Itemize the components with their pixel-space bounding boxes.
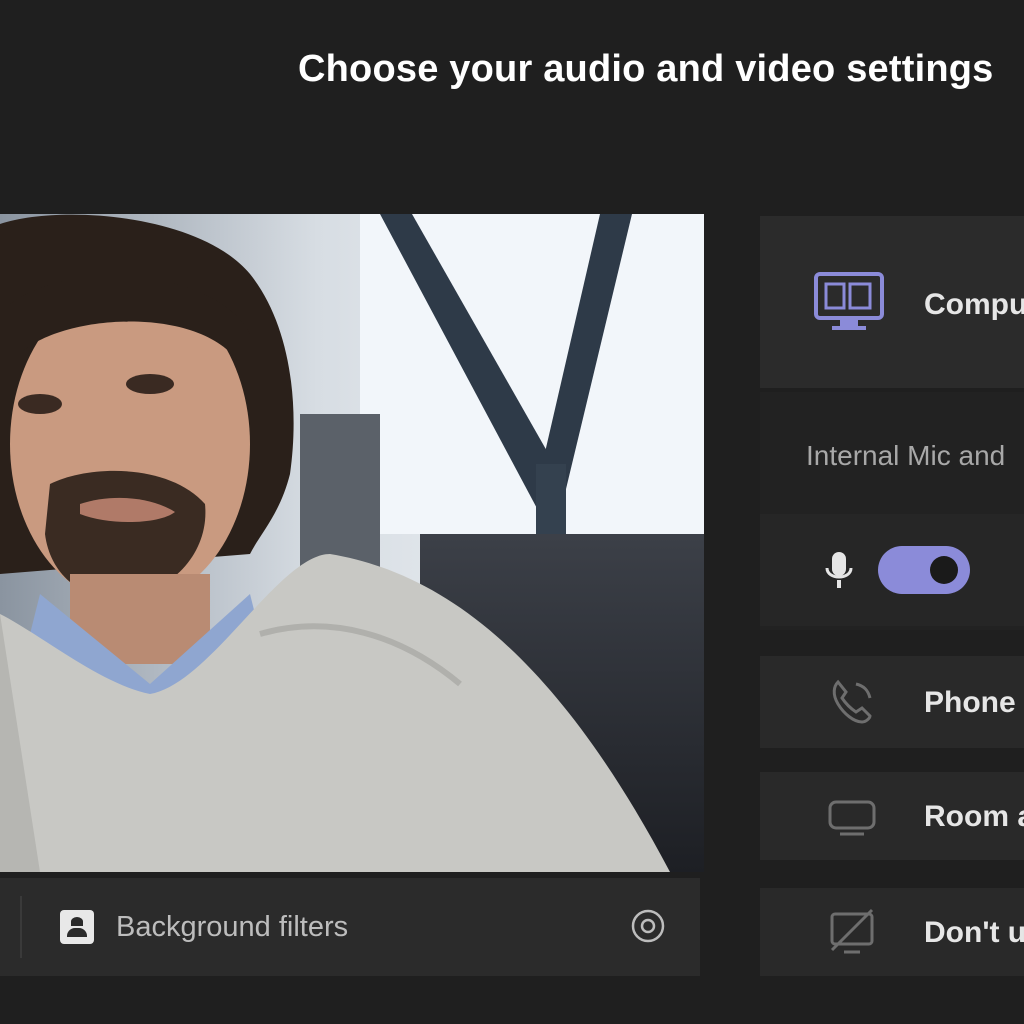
background-filters-label: Background filters — [116, 910, 349, 943]
phone-icon — [832, 679, 872, 724]
computer-audio-icon — [814, 272, 884, 330]
room-icon — [828, 800, 876, 836]
audio-device-section: Internal Mic and — [760, 392, 1024, 630]
no-audio-icon — [830, 908, 874, 954]
room-audio-label: Room a — [924, 800, 1024, 833]
computer-audio-option[interactable]: Compu — [760, 216, 1024, 388]
room-audio-option[interactable]: Room a — [760, 772, 1024, 860]
bar-divider — [20, 896, 22, 958]
camera-feed-image — [0, 214, 704, 872]
computer-audio-label: Compu — [924, 288, 1024, 321]
audio-device-label[interactable]: Internal Mic and — [806, 440, 1005, 472]
video-preview — [0, 214, 704, 872]
mic-toggle-row — [760, 514, 1024, 626]
no-audio-label: Don't u — [924, 916, 1024, 949]
pre-join-screen: Choose your audio and video settings Bac… — [0, 0, 1024, 1024]
settings-icon[interactable] — [630, 908, 666, 944]
mic-icon — [825, 552, 853, 588]
no-audio-option[interactable]: Don't u — [760, 888, 1024, 976]
mic-toggle[interactable] — [878, 546, 970, 594]
phone-audio-label: Phone — [924, 686, 1016, 719]
background-filters-button[interactable]: Background filters — [60, 906, 348, 948]
background-filters-icon — [60, 910, 94, 944]
page-title: Choose your audio and video settings — [298, 48, 994, 90]
mic-toggle-knob — [930, 556, 958, 584]
video-options-bar: Background filters — [0, 878, 700, 976]
phone-audio-option[interactable]: Phone — [760, 656, 1024, 748]
